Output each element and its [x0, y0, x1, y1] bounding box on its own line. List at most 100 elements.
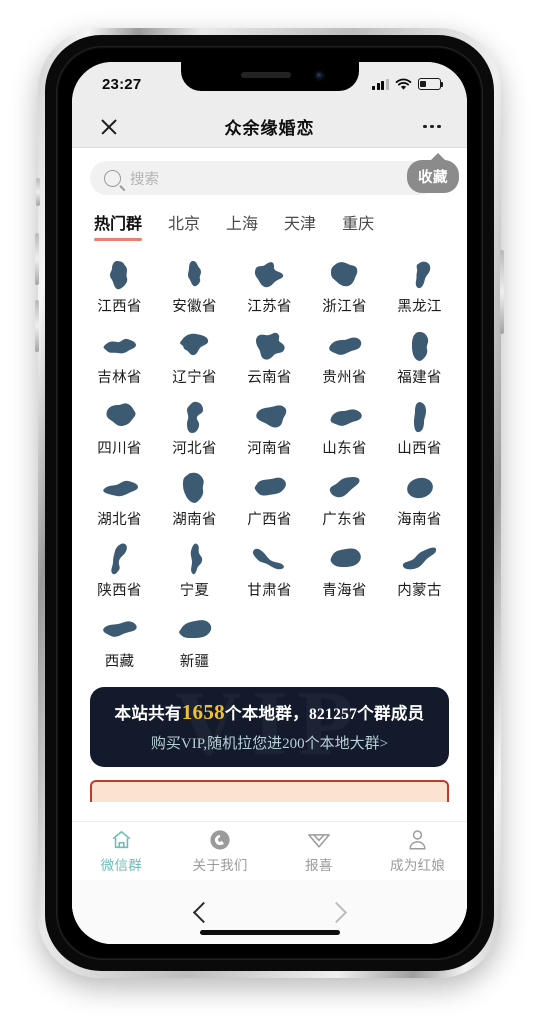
qinghai-map-icon: [327, 541, 363, 577]
chevron-left-icon[interactable]: [192, 901, 214, 923]
home-indicator[interactable]: [199, 930, 340, 935]
province-label: 贵州省: [322, 370, 367, 386]
tab-chongqing[interactable]: 重庆: [342, 210, 374, 243]
province-item-qinghai[interactable]: 青海省: [307, 531, 382, 600]
province-label: 宁夏: [179, 583, 210, 599]
province-label: 陕西省: [97, 583, 142, 599]
shaanxi-map-icon: [108, 541, 132, 577]
screenshot-root: 23:27 众余缘婚恋 搜索 收藏 热门群 北京 上海 天津 重庆 江西省 安徽…: [0, 0, 539, 1024]
banner-cta-text[interactable]: 购买VIP,随机拉您进200个本地大群>: [100, 732, 439, 753]
province-item-sichuan[interactable]: 四川省: [82, 389, 157, 458]
province-item-liaoning[interactable]: 辽宁省: [157, 318, 232, 387]
volume-down-button[interactable]: [35, 300, 39, 352]
battery-icon: [418, 78, 444, 90]
tab-tianjin[interactable]: 天津: [284, 210, 316, 243]
province-item-fujian[interactable]: 福建省: [382, 318, 457, 387]
province-label: 江西省: [97, 299, 142, 315]
jiangsu-map-icon: [252, 257, 288, 293]
bottom-nav-good-news[interactable]: 报喜: [270, 828, 369, 874]
province-item-jiangsu[interactable]: 江苏省: [232, 247, 307, 316]
province-label: 山东省: [322, 441, 367, 457]
province-grid: 江西省 安徽省 江苏省 浙江省 黑龙江 吉林省 辽宁省 云南省 贵州省 福建省 …: [72, 243, 467, 671]
province-item-hubei[interactable]: 湖北省: [82, 460, 157, 529]
province-item-xizang[interactable]: 西藏: [82, 602, 157, 671]
liaoning-map-icon: [178, 328, 212, 364]
province-item-neimenggu[interactable]: 内蒙古: [382, 531, 457, 600]
province-item-ningxia[interactable]: 宁夏: [157, 531, 232, 600]
province-item-guizhou[interactable]: 贵州省: [307, 318, 382, 387]
province-item-shanxi[interactable]: 山西省: [382, 389, 457, 458]
province-item-shandong[interactable]: 山东省: [307, 389, 382, 458]
phone-device-frame: 23:27 众余缘婚恋 搜索 收藏 热门群 北京 上海 天津 重庆 江西省 安徽…: [35, 28, 504, 978]
tab-hot-groups[interactable]: 热门群: [94, 210, 142, 243]
bottom-nav-become-matchmaker[interactable]: 成为红娘: [368, 828, 467, 874]
xinjiang-map-icon: [177, 612, 213, 648]
status-bar-indicators: [372, 78, 444, 91]
favorite-badge[interactable]: 收藏: [407, 153, 459, 193]
gansu-map-icon: [251, 541, 289, 577]
tab-beijing[interactable]: 北京: [168, 210, 200, 243]
province-label: 安徽省: [172, 299, 217, 315]
hainan-map-icon: [405, 470, 435, 506]
signal-bars-icon: [372, 78, 389, 90]
province-label: 云南省: [247, 370, 292, 386]
province-item-guangdong[interactable]: 广东省: [307, 460, 382, 529]
close-icon[interactable]: [98, 116, 120, 138]
province-label: 山西省: [397, 441, 442, 457]
chevron-right-icon[interactable]: [325, 901, 347, 923]
guangxi-map-icon: [253, 470, 287, 506]
bottom-nav-about-us[interactable]: 关于我们: [171, 828, 270, 874]
search-icon: [104, 169, 121, 187]
province-label: 吉林省: [97, 370, 142, 386]
front-camera-icon: [313, 70, 325, 81]
hubei-map-icon: [101, 470, 139, 506]
bottom-nav-label: 微信群: [100, 858, 143, 873]
province-item-xinjiang[interactable]: 新疆: [157, 602, 232, 671]
more-options-icon[interactable]: [419, 124, 441, 129]
province-item-zhejiang[interactable]: 浙江省: [307, 247, 382, 316]
province-item-henan[interactable]: 河南省: [232, 389, 307, 458]
shanxi-map-icon: [409, 399, 431, 435]
search-input[interactable]: 搜索: [90, 161, 437, 195]
province-item-yunnan[interactable]: 云南省: [232, 318, 307, 387]
province-item-heilongjiang[interactable]: 黑龙江: [382, 247, 457, 316]
province-label: 海南省: [397, 512, 442, 528]
about-circle-icon: [209, 828, 231, 851]
province-item-hainan[interactable]: 海南省: [382, 460, 457, 529]
tab-shanghai[interactable]: 上海: [226, 210, 258, 243]
bottom-nav-bar: 微信群 关于我们 报喜 成为红娘: [72, 821, 467, 880]
province-label: 广东省: [322, 512, 367, 528]
vip-promo-banner[interactable]: VIP 本站共有1658个本地群，821257个群成员 购买VIP,随机拉您进2…: [90, 687, 449, 767]
notch: [180, 62, 359, 91]
banner-group-count: 1658: [181, 700, 225, 724]
search-row: 搜索 收藏: [72, 148, 467, 204]
fujian-map-icon: [407, 328, 433, 364]
silent-switch[interactable]: [36, 178, 40, 206]
province-item-hunan[interactable]: 湖南省: [157, 460, 232, 529]
jilin-map-icon: [102, 328, 138, 364]
neimenggu-map-icon: [401, 541, 439, 577]
province-item-gansu[interactable]: 甘肃省: [232, 531, 307, 600]
province-label: 浙江省: [322, 299, 367, 315]
guangdong-map-icon: [327, 470, 363, 506]
volume-up-button[interactable]: [35, 233, 39, 285]
bottom-nav-wechat-groups[interactable]: 微信群: [72, 828, 171, 874]
province-item-jilin[interactable]: 吉林省: [82, 318, 157, 387]
zhejiang-map-icon: [328, 257, 362, 293]
power-button[interactable]: [500, 250, 504, 334]
guizhou-map-icon: [327, 328, 363, 364]
promo-card-partial[interactable]: [90, 780, 449, 802]
province-item-anhui[interactable]: 安徽省: [157, 247, 232, 316]
search-placeholder: 搜索: [130, 171, 159, 188]
province-item-shaanxi[interactable]: 陕西省: [82, 531, 157, 600]
xizang-map-icon: [101, 612, 139, 648]
henan-map-icon: [252, 399, 288, 435]
bottom-nav-label: 成为红娘: [390, 858, 446, 873]
province-item-hebei[interactable]: 河北省: [157, 389, 232, 458]
city-tabs: 热门群 北京 上海 天津 重庆: [72, 204, 467, 243]
province-item-guangxi[interactable]: 广西省: [232, 460, 307, 529]
province-item-jiangxi[interactable]: 江西省: [82, 247, 157, 316]
diamond-icon: [307, 828, 331, 851]
banner-member-count: 821257: [308, 706, 358, 723]
province-label: 西藏: [104, 654, 135, 670]
